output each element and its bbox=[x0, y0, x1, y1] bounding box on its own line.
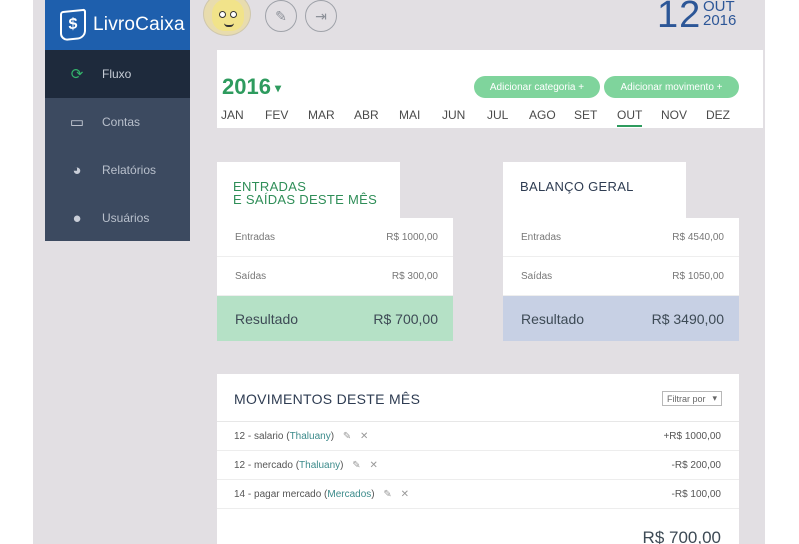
close-icon[interactable]: ✕ bbox=[369, 460, 377, 471]
balance-card-title: BALANÇO GERAL bbox=[520, 179, 634, 194]
month-card-title-line2: E SAÍDAS DESTE MÊS bbox=[233, 192, 378, 207]
sidebar-item-label: Fluxo bbox=[102, 67, 132, 81]
sidebar-item-contas[interactable]: ▭ Contas bbox=[45, 98, 190, 146]
current-day: 12 bbox=[657, 0, 702, 36]
avatar-eye-left bbox=[219, 11, 226, 18]
pie-chart-icon: ◕ bbox=[72, 161, 82, 179]
refresh-icon: ⟳ bbox=[70, 66, 84, 83]
movements-total: R$ 700,00 bbox=[642, 528, 721, 544]
exit-icon: ⇥ bbox=[315, 7, 327, 24]
close-icon[interactable]: ✕ bbox=[401, 489, 409, 500]
avatar-face bbox=[212, 0, 244, 31]
tab-month-jun[interactable]: JUN bbox=[442, 108, 465, 122]
movement-desc: 12 - salario bbox=[234, 430, 284, 442]
balance-entradas-row: Entradas R$ 4540,00 bbox=[503, 218, 739, 257]
month-result-value: R$ 700,00 bbox=[373, 310, 438, 327]
avatar-mouth bbox=[224, 23, 234, 27]
balance-card-header: BALANÇO GERAL bbox=[503, 162, 686, 218]
tab-month-out[interactable]: OUT bbox=[617, 108, 643, 127]
balance-result-label: Resultado bbox=[521, 310, 585, 327]
tab-month-jan[interactable]: JAN bbox=[221, 108, 244, 122]
month-entradas-label: Entradas bbox=[235, 231, 276, 243]
pencil-icon: ✎ bbox=[275, 7, 287, 24]
month-saidas-value: R$ 300,00 bbox=[391, 270, 438, 282]
logo[interactable]: $ LivroCaixa bbox=[45, 0, 190, 50]
movement-tag[interactable]: Mercados bbox=[327, 489, 371, 500]
tab-month-jul[interactable]: JUL bbox=[487, 108, 508, 122]
sidebar-item-label: Contas bbox=[102, 115, 141, 129]
table-row: 12 - mercado (Thaluany) ✎ ✕ -R$ 200,00 bbox=[217, 451, 739, 480]
tab-month-abr[interactable]: ABR bbox=[354, 108, 379, 122]
table-row: 14 - pagar mercado (Mercados) ✎ ✕ -R$ 10… bbox=[217, 480, 739, 509]
movement-desc: 14 - pagar mercado bbox=[234, 488, 322, 500]
sidebar-item-relatorios[interactable]: ◕ Relatórios bbox=[45, 146, 190, 194]
pencil-icon[interactable]: ✎ bbox=[352, 460, 360, 471]
balance-entradas-value: R$ 4540,00 bbox=[672, 231, 724, 243]
current-year: 2016 bbox=[703, 12, 737, 29]
add-movement-button[interactable]: Adicionar movimento + bbox=[604, 76, 739, 98]
month-saidas-row: Saídas R$ 300,00 bbox=[217, 257, 453, 296]
movement-value: -R$ 100,00 bbox=[671, 488, 721, 500]
tab-month-ago[interactable]: AGO bbox=[529, 108, 556, 122]
edit-profile-button[interactable]: ✎ bbox=[265, 0, 297, 32]
tab-month-set[interactable]: SET bbox=[574, 108, 597, 122]
tab-month-mai[interactable]: MAI bbox=[399, 108, 420, 122]
sidebar-item-label: Relatórios bbox=[102, 163, 157, 177]
movement-tag[interactable]: Thaluany bbox=[299, 460, 340, 471]
year-selector[interactable]: 2016 ▾ bbox=[222, 74, 281, 100]
month-card: Entradas R$ 1000,00 Saídas R$ 300,00 Res… bbox=[217, 218, 453, 341]
month-entradas-row: Entradas R$ 1000,00 bbox=[217, 218, 453, 257]
balance-card: Entradas R$ 4540,00 Saídas R$ 1050,00 Re… bbox=[503, 218, 739, 341]
balance-saidas-label: Saídas bbox=[521, 270, 553, 282]
tab-month-fev[interactable]: FEV bbox=[265, 108, 288, 122]
movement-desc: 12 - mercado bbox=[234, 459, 293, 471]
sidebar-item-usuarios[interactable]: ● Usuários bbox=[45, 194, 190, 242]
month-result-label: Resultado bbox=[235, 310, 299, 327]
logo-text: LivroCaixa bbox=[93, 14, 185, 35]
movement-tag[interactable]: Thaluany bbox=[290, 431, 331, 442]
month-entradas-value: R$ 1000,00 bbox=[386, 231, 438, 243]
avatar-eye-right bbox=[230, 11, 237, 18]
sidebar: ⟳ Fluxo ▭ Contas ◕ Relatórios ● Usuários bbox=[45, 50, 190, 241]
pencil-icon[interactable]: ✎ bbox=[343, 431, 351, 442]
current-month-year: OUT 2016 bbox=[703, 0, 736, 28]
chevron-down-icon: ▾ bbox=[712, 393, 717, 403]
tab-month-dez[interactable]: DEZ bbox=[706, 108, 730, 122]
tab-month-mar[interactable]: MAR bbox=[308, 108, 335, 122]
card-icon: ▭ bbox=[69, 114, 85, 131]
movements-panel: MOVIMENTOS DESTE MÊS Filtrar por ▾ 12 - … bbox=[217, 374, 739, 544]
filter-label: Filtrar por bbox=[667, 393, 706, 404]
month-result-row: Resultado R$ 700,00 bbox=[217, 296, 453, 341]
movements-title: MOVIMENTOS DESTE MÊS bbox=[234, 391, 421, 407]
movement-value: -R$ 200,00 bbox=[671, 459, 721, 471]
balance-saidas-row: Saídas R$ 1050,00 bbox=[503, 257, 739, 296]
close-icon[interactable]: ✕ bbox=[360, 431, 368, 442]
pencil-icon[interactable]: ✎ bbox=[383, 489, 391, 500]
chevron-down-icon: ▾ bbox=[274, 81, 281, 96]
sidebar-item-fluxo[interactable]: ⟳ Fluxo bbox=[45, 50, 190, 98]
sidebar-item-label: Usuários bbox=[102, 211, 150, 225]
logo-icon: $ bbox=[60, 8, 86, 42]
year-label: 2016 bbox=[222, 74, 271, 99]
tab-month-nov[interactable]: NOV bbox=[661, 108, 687, 122]
filter-select[interactable]: Filtrar por ▾ bbox=[662, 391, 722, 406]
balance-entradas-label: Entradas bbox=[521, 231, 562, 243]
user-icon: ● bbox=[72, 209, 82, 227]
logout-button[interactable]: ⇥ bbox=[305, 0, 337, 32]
month-card-header: ENTRADAS E SAÍDAS DESTE MÊS bbox=[217, 162, 400, 218]
balance-result-row: Resultado R$ 3490,00 bbox=[503, 296, 739, 341]
table-row: 12 - salario (Thaluany) ✎ ✕ +R$ 1000,00 bbox=[217, 422, 739, 451]
balance-result-value: R$ 3490,00 bbox=[651, 310, 724, 327]
movement-value: +R$ 1000,00 bbox=[663, 430, 721, 442]
add-category-button[interactable]: Adicionar categoria + bbox=[474, 76, 600, 98]
month-saidas-label: Saídas bbox=[235, 270, 267, 282]
balance-saidas-value: R$ 1050,00 bbox=[672, 270, 724, 282]
